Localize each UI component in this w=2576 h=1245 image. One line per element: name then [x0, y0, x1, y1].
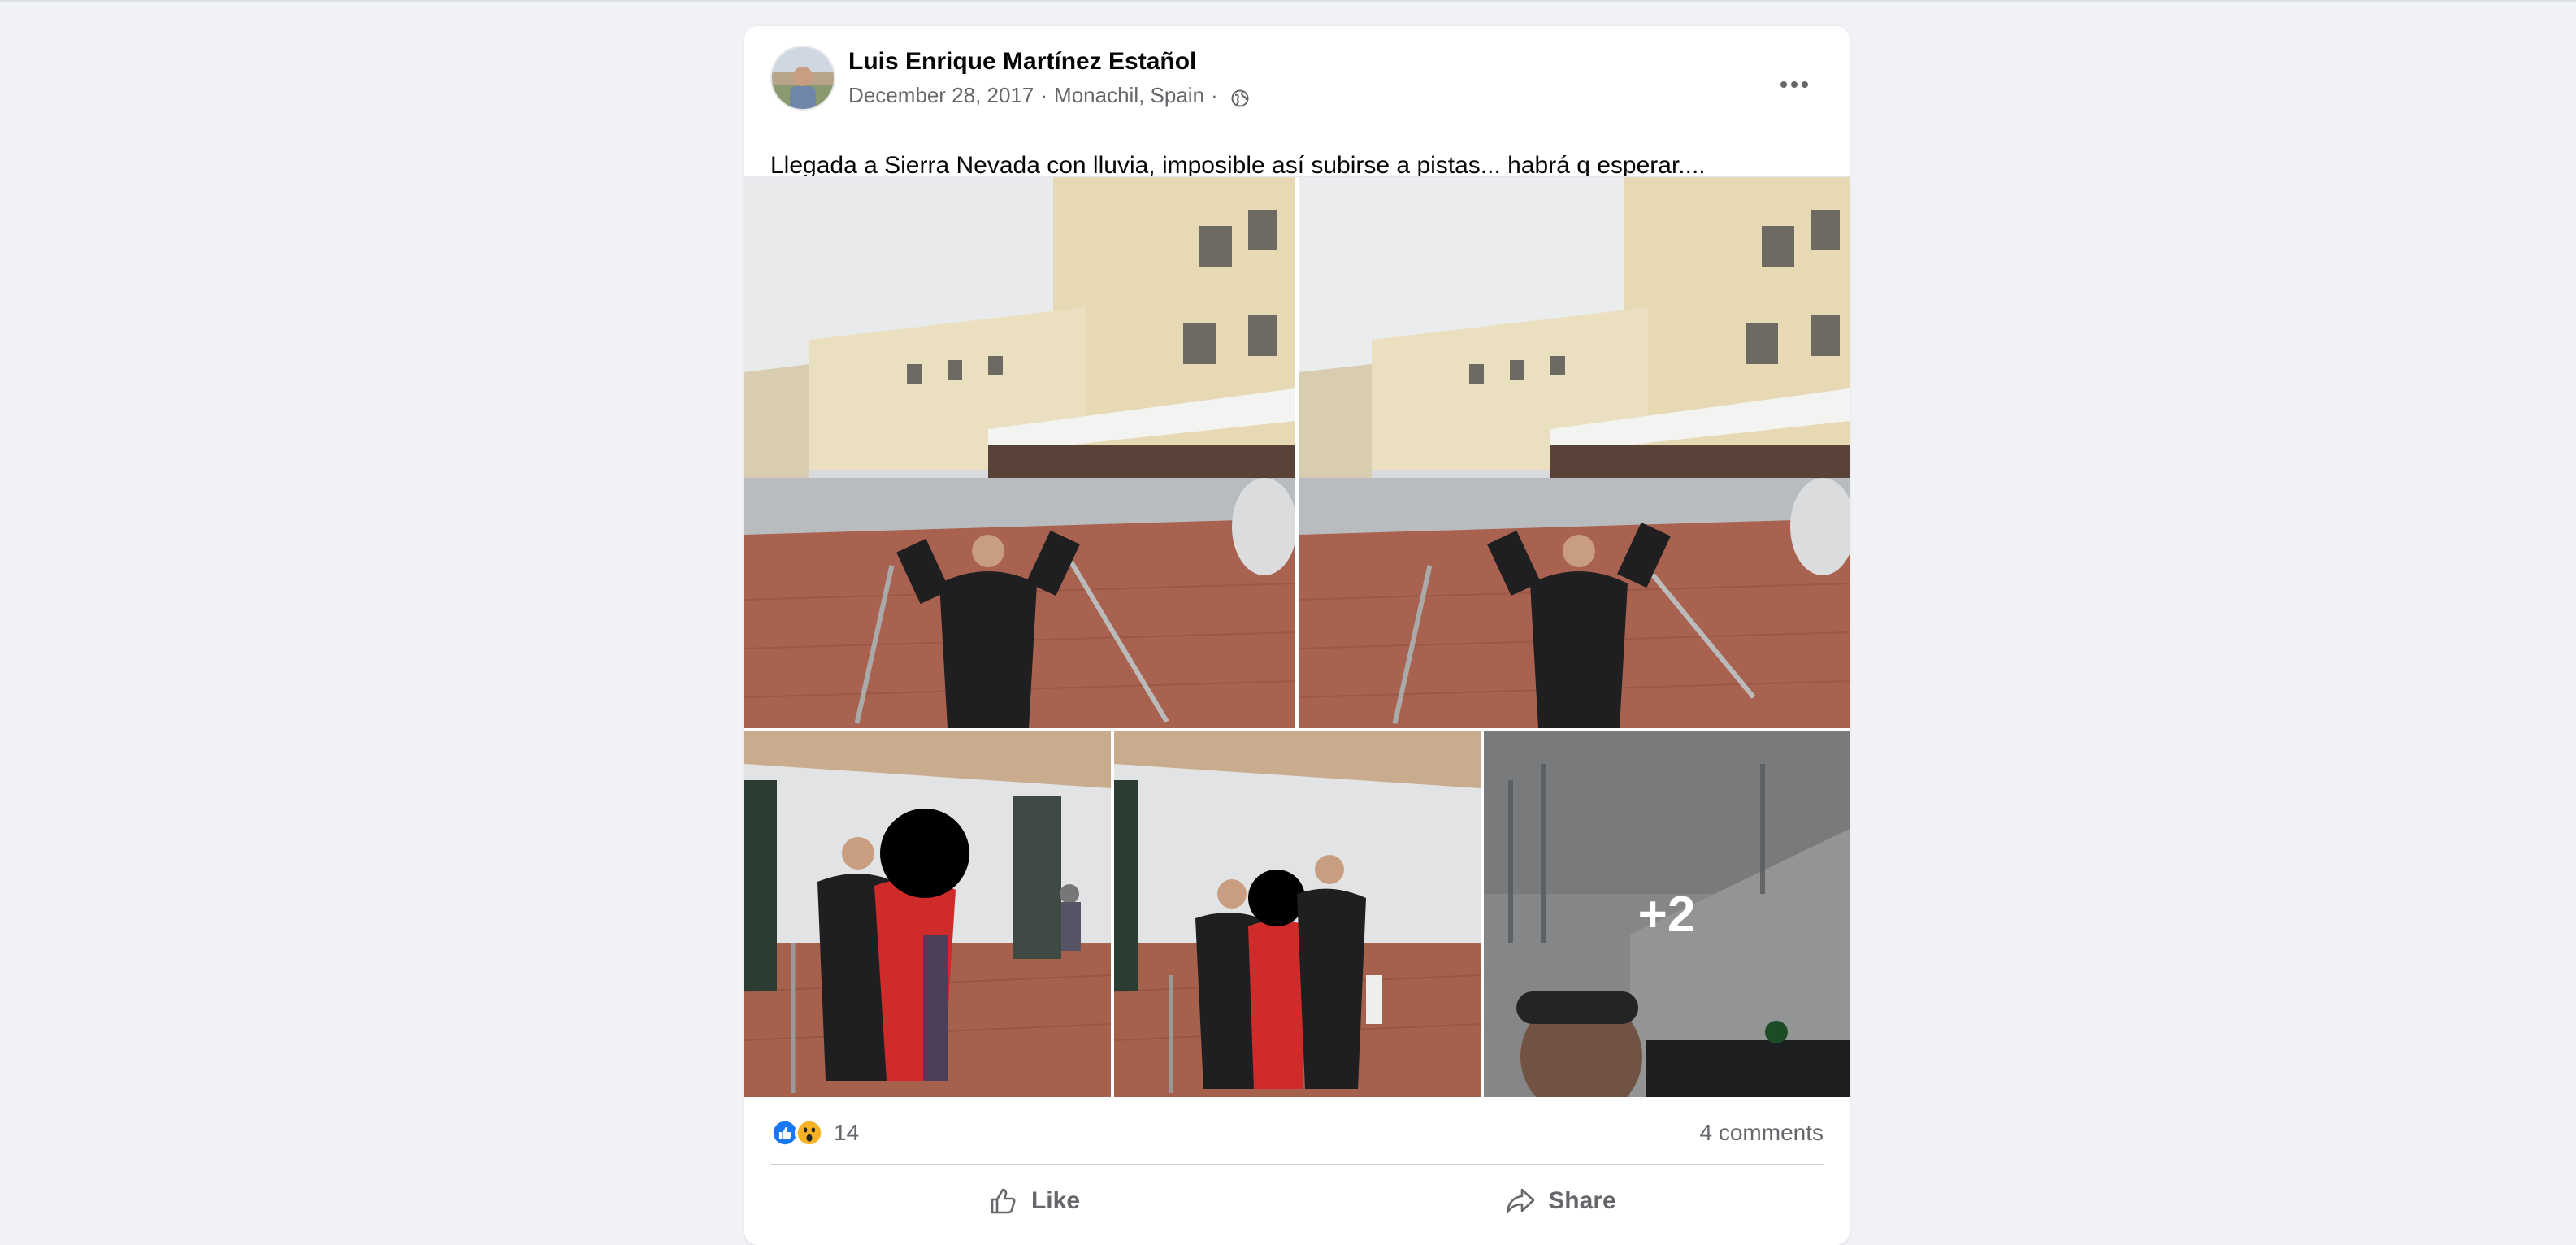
photo-1[interactable]: [744, 177, 1295, 728]
like-label: Like: [1030, 1187, 1081, 1214]
author-name[interactable]: Luis Enrique Martínez Estañol: [848, 46, 1196, 78]
author-avatar[interactable]: [770, 46, 835, 111]
top-border: [0, 0, 2576, 2]
photo-2[interactable]: [1299, 177, 1850, 728]
meta-separator: ·: [1040, 83, 1048, 107]
post-meta: December 28, 2017 · Monachil, Spain ·: [848, 81, 1249, 109]
globe-icon: [1231, 86, 1249, 107]
post-date[interactable]: December 28, 2017: [848, 81, 1034, 109]
share-label: Share: [1548, 1187, 1616, 1214]
photo-grid: +2: [744, 176, 1850, 1100]
actions-divider: [770, 1164, 1824, 1165]
more-dot-icon: [1791, 81, 1798, 88]
post-card: Luis Enrique Martínez Estañol December 2…: [744, 26, 1850, 1245]
photo-4[interactable]: [1114, 731, 1481, 1097]
reaction-count: 14: [834, 1120, 860, 1145]
photo-5-more[interactable]: +2: [1484, 731, 1850, 1097]
share-arrow-icon: [1506, 1188, 1535, 1214]
more-dot-icon: [1802, 81, 1808, 88]
share-button[interactable]: Share: [1297, 1177, 1824, 1225]
photo-3[interactable]: [744, 731, 1111, 1097]
comments-count[interactable]: 4 comments: [1700, 1115, 1824, 1151]
post-location[interactable]: Monachil, Spain: [1054, 81, 1204, 109]
like-button[interactable]: Like: [770, 1177, 1297, 1225]
more-dot-icon: [1780, 81, 1787, 88]
more-options-button[interactable]: [1772, 68, 1817, 101]
more-photos-overlay[interactable]: +2: [1484, 731, 1850, 1097]
meta-separator: ·: [1211, 83, 1218, 107]
thumbs-up-icon: [991, 1188, 1016, 1214]
reactions-summary[interactable]: 14: [770, 1115, 859, 1151]
wow-icon: [795, 1118, 824, 1147]
